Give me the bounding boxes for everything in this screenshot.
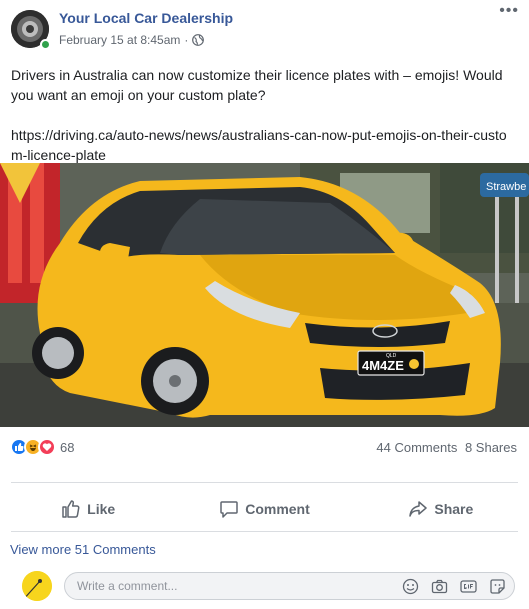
like-button[interactable]: Like (0, 492, 176, 526)
user-avatar-image (22, 571, 52, 601)
post-message: Drivers in Australia can now customize t… (11, 67, 503, 103)
thumbs-up-icon (62, 500, 80, 518)
post-meta: February 15 at 8:45am · (59, 33, 205, 47)
like-label: Like (87, 501, 116, 517)
comment-label: Comment (245, 501, 310, 517)
post-body: Drivers in Australia can now customize t… (11, 65, 516, 165)
comment-share-counts: 44 Comments 8 Shares (376, 440, 517, 455)
sticker-icon[interactable] (489, 578, 506, 595)
share-count[interactable]: 8 Shares (465, 440, 517, 455)
comment-composer (0, 568, 529, 602)
more-horizontal-icon[interactable]: ••• (499, 2, 519, 20)
post-timestamp[interactable]: February 15 at 8:45am (59, 33, 180, 47)
post-link[interactable]: https://driving.ca/auto-news/news/austra… (11, 127, 507, 163)
comment-input-container[interactable] (64, 572, 515, 600)
user-avatar[interactable] (22, 571, 52, 601)
post-photo[interactable]: Strawbe QLD 4M4ZE (0, 163, 529, 427)
comment-input[interactable] (77, 577, 377, 595)
share-arrow-icon (409, 501, 428, 517)
reaction-count[interactable]: 68 (60, 440, 74, 455)
emoji-icon[interactable] (402, 578, 419, 595)
comment-bubble-icon (220, 501, 238, 518)
page-name-link[interactable]: Your Local Car Dealership (59, 10, 233, 26)
online-status-dot (40, 39, 51, 50)
post-actions: Like Comment Share (0, 492, 529, 526)
car-photo-illustration: Strawbe QLD 4M4ZE (0, 163, 529, 427)
reactions-summary[interactable]: 68 (10, 438, 74, 456)
view-more-comments-link[interactable]: View more 51 Comments (10, 542, 156, 557)
comment-tools (402, 578, 506, 595)
love-icon (38, 438, 56, 456)
comment-button[interactable]: Comment (176, 492, 352, 526)
divider-bottom (11, 531, 518, 532)
comment-count[interactable]: 44 Comments (376, 440, 457, 455)
meta-separator: · (184, 33, 189, 47)
share-label: Share (434, 501, 474, 517)
camera-icon[interactable] (431, 578, 448, 595)
globe-icon[interactable] (192, 34, 205, 46)
plate-text: 4M4ZE (362, 358, 404, 373)
background-sign-text: Strawbe (486, 181, 526, 193)
post-stats: 68 44 Comments 8 Shares (0, 436, 529, 460)
divider-top (11, 482, 518, 483)
gif-icon[interactable] (460, 578, 477, 595)
share-button[interactable]: Share (353, 492, 529, 526)
post-header: Your Local Car Dealership February 15 at… (0, 0, 529, 60)
